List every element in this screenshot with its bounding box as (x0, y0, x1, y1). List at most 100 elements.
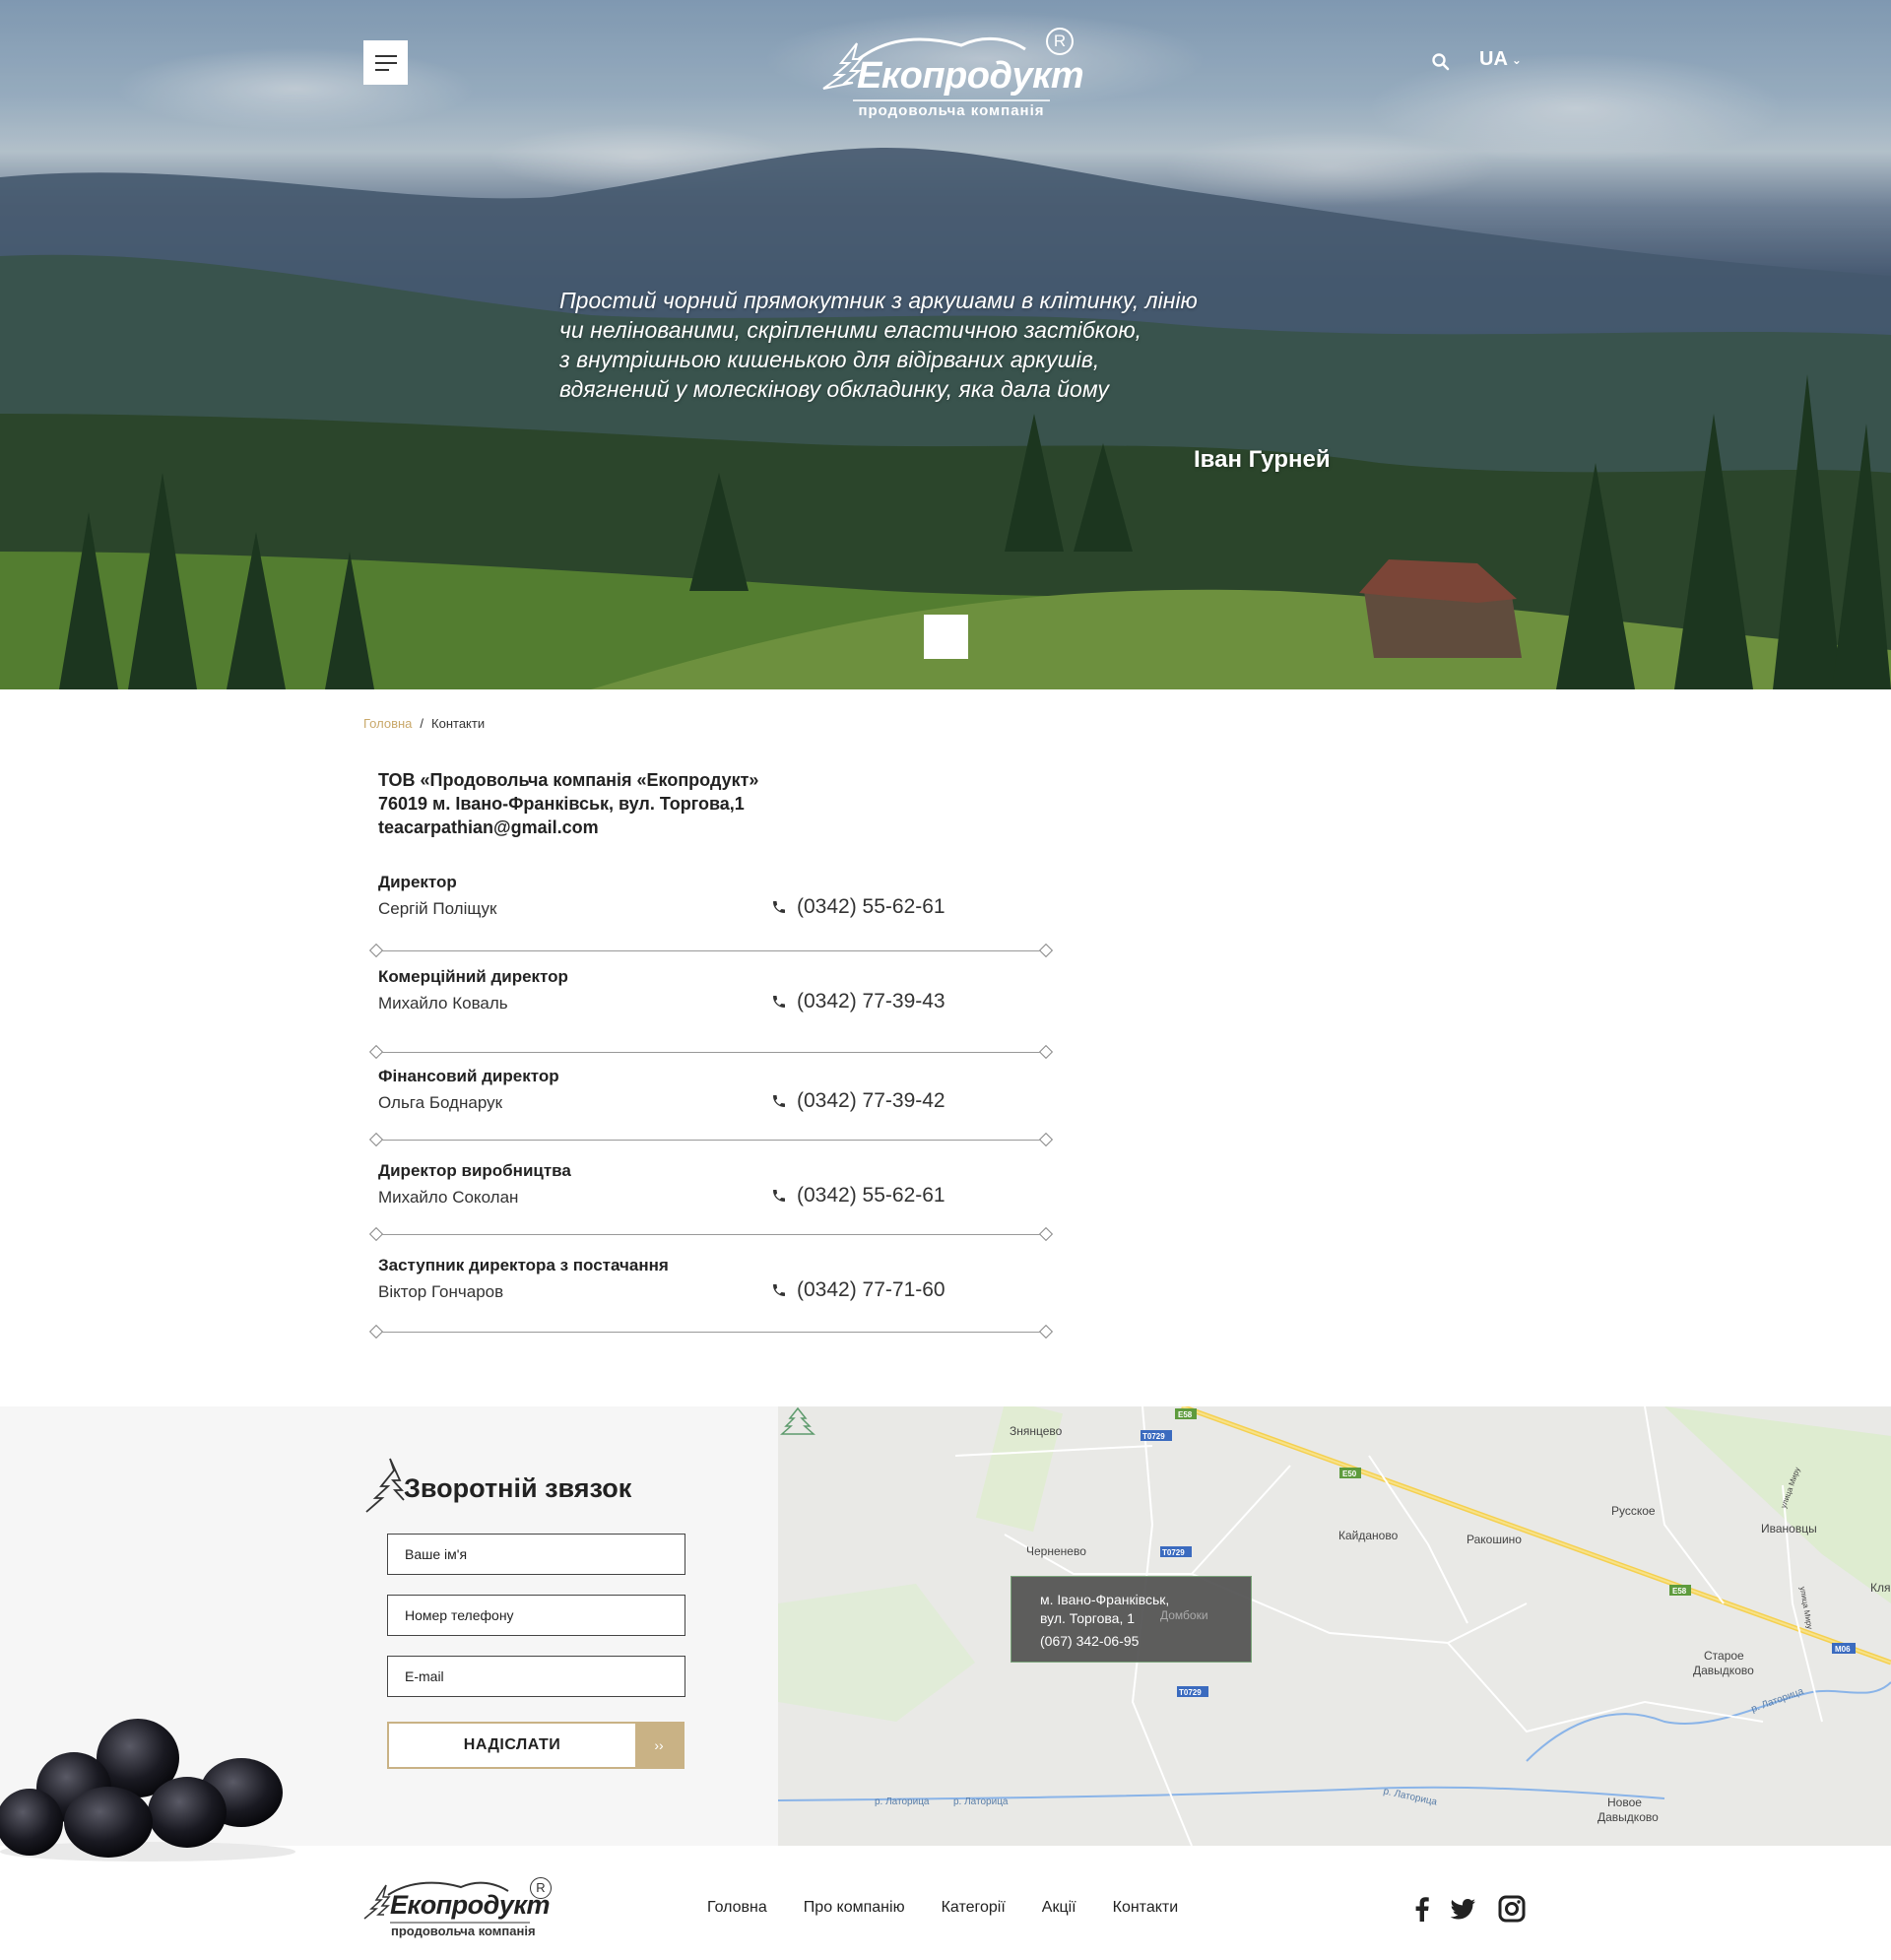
footer-brand-tagline: продовольча компанія (391, 1924, 536, 1938)
phone-icon (773, 1095, 785, 1107)
map-place-label: Ивановцы (1761, 1522, 1817, 1535)
map-river-label: р. Латорица (953, 1797, 1009, 1807)
menu-icon-bar (374, 61, 397, 64)
contact-role: Комерційний директор (378, 967, 568, 986)
contact-person: Віктор Гончаров (378, 1282, 504, 1301)
name-field[interactable] (387, 1534, 685, 1575)
header-logo[interactable]: Екопродукт R продовольча компанія (814, 24, 1084, 122)
search-icon[interactable] (1430, 51, 1452, 73)
footer-nav-promotions[interactable]: Акції (1042, 1899, 1076, 1917)
contact-phone-link[interactable]: (0342) 77-71-60 (771, 1278, 946, 1302)
language-label: UA (1479, 48, 1508, 70)
footer-brand-name: Екопродукт (390, 1890, 551, 1920)
blackberries-image (0, 1719, 295, 1862)
footer-logo[interactable]: Екопродукт R продовольча компанія (362, 1873, 559, 1942)
hero-quote: Простий чорний прямокутник з аркушами в … (559, 286, 1249, 404)
map-place-label: Новое (1607, 1796, 1642, 1809)
company-name: ТОВ «Продовольча компанія «Екопродукт» (378, 770, 759, 790)
menu-icon-bar (374, 54, 397, 57)
phone-number: (0342) 77-71-60 (797, 1278, 946, 1301)
popup-phone: (067) 342-06-95 (1040, 1633, 1140, 1649)
phone-icon (773, 996, 785, 1008)
svg-text:T0729: T0729 (1162, 1548, 1185, 1557)
quote-line: вдягнений у молескінову обкладинку, яка … (559, 376, 1109, 402)
map-place-label: Знянцево (1010, 1424, 1063, 1438)
contact-role: Директор (378, 873, 457, 891)
hamburger-menu-button[interactable] (363, 40, 408, 85)
breadcrumb-home-link[interactable]: Головна (363, 716, 412, 731)
row-divider (368, 1324, 1054, 1339)
map-place-label: Домбоки (1160, 1608, 1208, 1622)
contact-phone-link[interactable]: (0342) 77-39-42 (771, 1089, 946, 1113)
popup-street: вул. Торгова, 1 (1040, 1610, 1136, 1626)
breadcrumb: Головна / Контакти (363, 716, 485, 731)
phone-number: (0342) 55-62-61 (797, 1184, 946, 1207)
feedback-title: Зворотній звязок (404, 1473, 632, 1503)
facebook-icon[interactable] (1408, 1895, 1436, 1923)
submit-button[interactable]: НАДІСЛАТИ ›› (387, 1722, 685, 1769)
footer-nav-contacts[interactable]: Контакти (1113, 1899, 1179, 1917)
contact-row: Директор Сергій Поліщук (0342) 55-62-61 (363, 867, 1054, 961)
footer-registered-mark: R (530, 1877, 552, 1899)
phone-icon (773, 901, 785, 913)
company-email[interactable]: teacarpathian@gmail.com (378, 816, 758, 839)
contacts-list: Директор Сергій Поліщук (0342) 55-62-61 … (363, 867, 1054, 1344)
phone-field[interactable] (387, 1595, 685, 1636)
map-river-label: р. Латорица (875, 1797, 930, 1807)
email-field[interactable] (387, 1656, 685, 1697)
footer-nav-categories[interactable]: Категорії (942, 1899, 1006, 1917)
svg-text:T0729: T0729 (1179, 1688, 1202, 1697)
tree-icon[interactable] (778, 1406, 817, 1436)
quote-line: з внутрішньою кишенькою для відірваних а… (559, 347, 1100, 372)
svg-text:E50: E50 (1342, 1470, 1357, 1478)
contact-person: Ольга Боднарук (378, 1093, 503, 1112)
phone-number: (0342) 77-39-43 (797, 990, 946, 1013)
map-place-label: Давыдково (1598, 1810, 1659, 1824)
quote-line: чи нелінованими, скріпленими еластичною … (559, 317, 1142, 343)
map-roads: E58 T0729 E50 T0729 E58 M06 T0729 (778, 1406, 1891, 1846)
tree-icon (365, 1458, 405, 1513)
map-place-label: Кайданово (1338, 1529, 1399, 1542)
contact-role: Заступник директора з постачання (378, 1256, 669, 1274)
map-place-label: Черненево (1026, 1544, 1086, 1558)
contact-person: Михайло Соколан (378, 1188, 519, 1207)
popup-city: м. Івано-Франківськ, (1040, 1592, 1170, 1607)
svg-text:T0729: T0729 (1142, 1432, 1165, 1441)
svg-text:E58: E58 (1178, 1410, 1193, 1419)
instagram-icon[interactable] (1498, 1895, 1526, 1923)
footer-nav: Головна Про компанію Категорії Акції Кон… (707, 1899, 1178, 1917)
twitter-icon[interactable] (1449, 1895, 1476, 1923)
svg-text:M06: M06 (1835, 1645, 1851, 1654)
language-selector[interactable]: UA ⌄ (1479, 48, 1522, 71)
chevron-down-icon: ⌄ (1511, 52, 1522, 67)
registered-mark: R (1046, 28, 1074, 55)
breadcrumb-separator: / (420, 716, 424, 731)
footer-nav-about[interactable]: Про компанію (804, 1899, 905, 1917)
double-chevron-right-icon: ›› (635, 1724, 683, 1767)
contact-phone-link[interactable]: (0342) 55-62-61 (771, 895, 946, 919)
row-divider (368, 943, 1054, 958)
footer-nav-home[interactable]: Головна (707, 1899, 767, 1917)
contact-phone-link[interactable]: (0342) 55-62-61 (771, 1184, 946, 1208)
company-info: ТОВ «Продовольча компанія «Екопродукт» 7… (378, 768, 758, 839)
phone-number: (0342) 55-62-61 (797, 895, 946, 918)
breadcrumb-current: Контакти (431, 716, 486, 731)
company-address: 76019 м. Івано-Франківськ, вул. Торгова,… (378, 794, 745, 814)
contact-row: Заступник директора з постачання Віктор … (363, 1250, 1054, 1344)
row-divider (368, 1044, 1054, 1060)
phone-icon (773, 1284, 785, 1296)
contact-row: Комерційний директор Михайло Коваль (034… (363, 961, 1054, 1061)
contact-person: Сергій Поліщук (378, 899, 497, 918)
map-place-label: Давыдково (1693, 1664, 1754, 1677)
contact-phone-link[interactable]: (0342) 77-39-43 (771, 990, 946, 1013)
quote-author: Іван Гурней (1194, 446, 1331, 473)
slider-pagination-dot[interactable] (924, 615, 968, 659)
contact-row: Директор виробництва Михайло Соколан (03… (363, 1155, 1054, 1250)
map-place-label: Ракошино (1467, 1533, 1522, 1546)
brand-tagline: продовольча компанія (858, 102, 1045, 119)
map-info-popup: м. Івано-Франківськ, вул. Торгова, 1 (06… (1011, 1576, 1252, 1663)
phone-icon (773, 1190, 785, 1202)
contact-role: Директор виробництва (378, 1161, 571, 1180)
location-map[interactable]: E58 T0729 E50 T0729 E58 M06 T0729 Знянце… (778, 1406, 1891, 1846)
contact-row: Фінансовий директор Ольга Боднарук (0342… (363, 1061, 1054, 1155)
